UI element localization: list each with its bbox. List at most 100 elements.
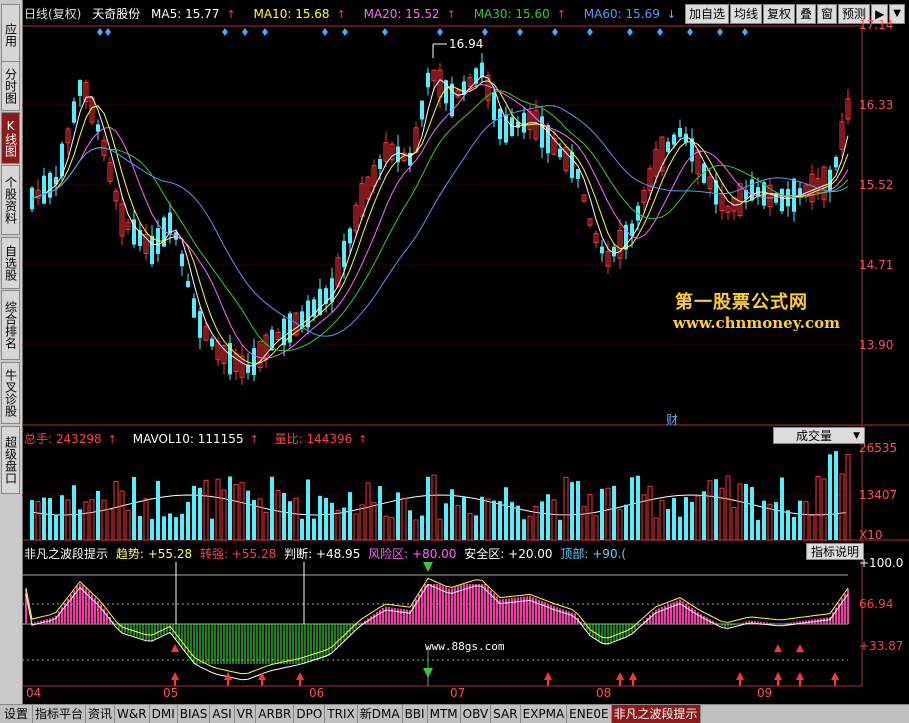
candle-body: [420, 100, 424, 120]
volume-bar: [353, 513, 359, 541]
volume-tick: 13407: [859, 488, 898, 502]
volume-bar: [828, 454, 832, 540]
date-tick: 04: [26, 686, 42, 700]
ma20-label: MA20: 15.52 ↑: [364, 7, 463, 21]
volume-bar: [186, 501, 190, 540]
tab-obv[interactable]: OBV: [461, 705, 492, 723]
tab-news[interactable]: 资讯: [86, 705, 116, 723]
candle-body: [666, 141, 670, 152]
volume-bar: [839, 473, 845, 541]
tab-indicator-platform[interactable]: 指标平台: [33, 705, 87, 723]
total-volume-value: 总手: 243298: [24, 432, 102, 446]
candle-body: [198, 311, 202, 338]
tab-vr[interactable]: VR: [235, 705, 257, 723]
volume-bar: [300, 518, 304, 540]
volume-bar: [737, 483, 743, 541]
ma30-value: MA30: 15.60: [473, 7, 550, 21]
restore-rights-button[interactable]: 复权: [763, 4, 796, 24]
volume-bar: [750, 487, 754, 540]
trend-label: 趋势: +55.28: [115, 547, 193, 561]
volume-bar: [581, 506, 587, 541]
period-label: 日线(复权): [24, 7, 82, 21]
tab-asi[interactable]: ASI: [210, 705, 235, 723]
tab-arbr[interactable]: ARBR: [256, 705, 295, 723]
volume-bar: [65, 499, 71, 541]
add-watchlist-button[interactable]: 加自选: [684, 4, 729, 24]
indicator-select[interactable]: 成交量 ▼: [773, 427, 865, 444]
volume-bar: [462, 496, 466, 540]
volume-bar: [504, 487, 508, 540]
candle-body: [150, 235, 154, 265]
tab-dmi[interactable]: DMI: [150, 705, 178, 723]
tab-mtm[interactable]: MTM: [428, 705, 461, 723]
tab-expma[interactable]: EXPMA: [521, 705, 568, 723]
candle-body: [426, 72, 430, 88]
date-tick: 08: [596, 686, 612, 700]
candle-body: [600, 246, 604, 254]
volume-bar: [450, 489, 454, 540]
oscillator-series: [25, 577, 849, 681]
volume-bar: [72, 485, 76, 540]
candle-body: [96, 124, 100, 132]
tab-wr[interactable]: W&R: [115, 705, 150, 723]
window-button[interactable]: 窗: [817, 4, 838, 24]
volume-bar: [30, 500, 34, 540]
finance-marker[interactable]: 财: [666, 411, 678, 428]
volume-info-bar: 总手: 243298 ↑ MAVOL10: 111155 ↑ 量比: 144396 ↑: [24, 430, 380, 447]
tab-wave-signal[interactable]: 非凡之波段提示: [611, 705, 701, 723]
volume-bar: [600, 488, 604, 540]
event-diamond-icon: [242, 28, 248, 36]
red-up-arrow-icon: [831, 672, 839, 686]
volume-bar: [605, 487, 611, 541]
ma-button[interactable]: 均线: [729, 4, 762, 24]
volume-bar: [570, 482, 574, 540]
tab-bbi[interactable]: BBI: [403, 705, 428, 723]
volume-bar: [551, 499, 557, 541]
volume-bar: [210, 518, 214, 540]
event-diamond-icon: [222, 28, 228, 36]
volume-bar: [156, 480, 160, 540]
volume-bar: [527, 515, 533, 541]
risk-zone-label: 风险区: +80.00: [368, 547, 457, 561]
ma30-label: MA30: 15.60 ↑: [474, 7, 573, 21]
overlay-button[interactable]: 叠: [796, 4, 817, 24]
volume-bar: [786, 510, 790, 540]
tab-settings[interactable]: 设置: [0, 705, 34, 723]
mavol-label: MAVOL10: 111155 ↑: [133, 432, 265, 446]
volume-bar: [714, 479, 718, 540]
volume-bar: [533, 505, 539, 541]
volume-bar: [293, 497, 299, 541]
candle-body: [834, 157, 838, 168]
volume-bar: [378, 486, 382, 540]
volume-bar: [252, 500, 256, 540]
volume-bar: [455, 504, 461, 541]
up-arrow-icon: ↑: [226, 8, 236, 21]
volume-ratio-label: 量比: 144396 ↑: [275, 432, 374, 446]
volume-bar: [125, 509, 131, 541]
volume-bar: [312, 518, 316, 540]
tab-sar[interactable]: SAR: [491, 705, 521, 723]
red-up-arrow-icon: [258, 672, 266, 686]
volume-bar: [672, 498, 676, 540]
volume-bar: [143, 498, 149, 541]
ma-info-bar: 日线(复权) 天奇股份 MA5: 15.77 ↑ MA10: 15.68 ↑ MA2…: [24, 5, 690, 21]
volume-bar: [239, 482, 245, 541]
volume-bar: [678, 516, 682, 540]
volume-tick: X10: [859, 528, 883, 542]
mavol-value: MAVOL10: 111155: [132, 432, 244, 446]
tab-new-dma[interactable]: 新DMA: [358, 705, 403, 723]
event-diamond-icon: [517, 28, 523, 36]
tab-trix[interactable]: TRIX: [325, 705, 358, 723]
candle-body: [714, 180, 718, 205]
tab-bias[interactable]: BIAS: [178, 705, 211, 723]
up-arrow-icon: ↑: [336, 8, 346, 21]
tab-dpo[interactable]: DPO: [294, 705, 326, 723]
volume-bar: [83, 501, 89, 541]
indicator-tab-bar: 设置 指标平台 资讯 W&R DMI BIAS ASI VR ARBR DPO …: [0, 704, 909, 723]
volume-bar: [113, 480, 119, 541]
tab-ene[interactable]: ENE0E: [567, 705, 612, 723]
volume-bar: [150, 518, 154, 540]
osc-tick: +33.87: [859, 639, 904, 653]
candle-body: [558, 148, 562, 158]
volume-bar: [180, 513, 184, 540]
